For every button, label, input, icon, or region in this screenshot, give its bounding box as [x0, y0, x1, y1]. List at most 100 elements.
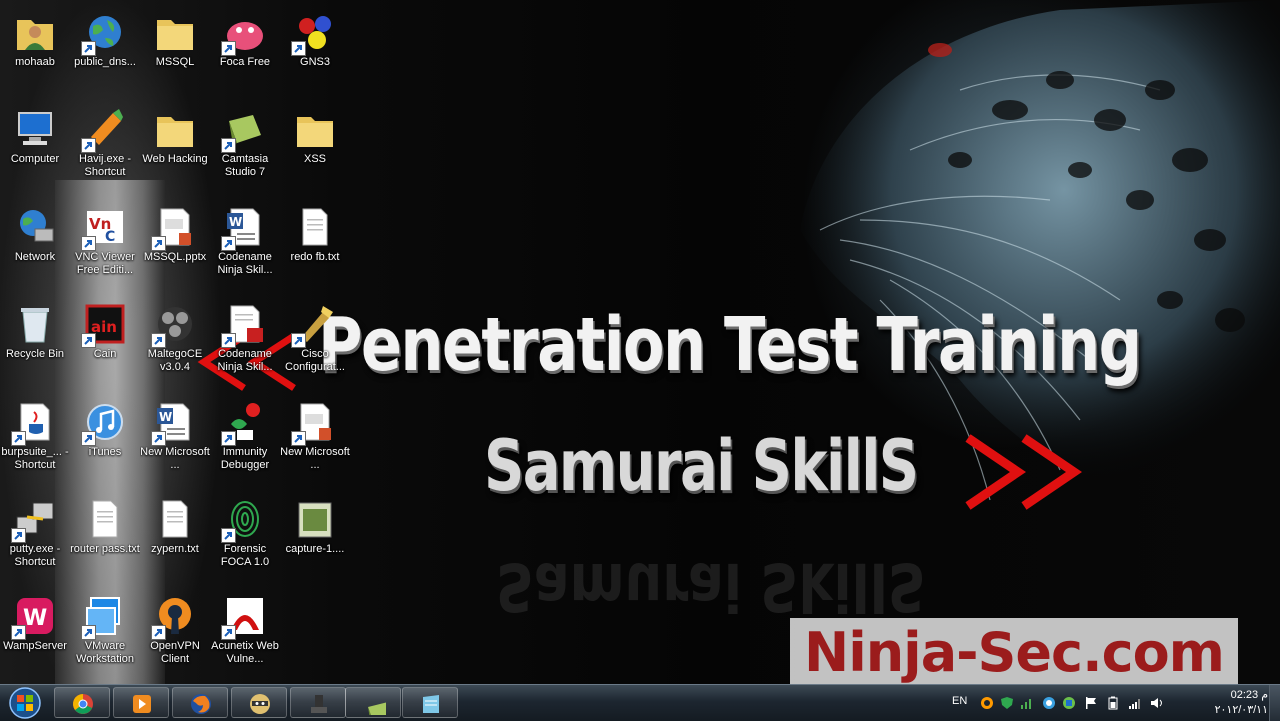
- shortcut-overlay: [81, 333, 96, 348]
- desktop-icon-label: Acunetix Web Vulne...: [211, 640, 279, 665]
- shortcut-overlay: [221, 625, 236, 640]
- cisco-icon: [291, 302, 337, 348]
- sync-icon[interactable]: [1042, 696, 1056, 710]
- network-tray-icon[interactable]: [1062, 696, 1076, 710]
- desktop-icon[interactable]: Havij.exe - Shortcut: [70, 101, 140, 197]
- folder-icon: [293, 107, 337, 151]
- powerpoint-icon: [151, 205, 197, 251]
- desktop-icon-label: Codename Ninja Skil...: [217, 348, 273, 373]
- wamp-icon: W: [11, 594, 57, 640]
- shortcut-arrow-icon: [224, 337, 232, 345]
- shield-icon[interactable]: [1000, 696, 1014, 710]
- clock[interactable]: 02:23 م ٢٠١٢/٠٣/١١: [1215, 688, 1268, 718]
- desktop-icon[interactable]: Vn C VNC Viewer Free Editi...: [70, 199, 140, 295]
- taskbar-button-ninja[interactable]: [231, 687, 287, 718]
- shortcut-arrow-icon: [84, 435, 92, 443]
- desktop-icon[interactable]: MSSQL.pptx: [140, 199, 210, 295]
- start-button[interactable]: [3, 686, 47, 720]
- desktop-icon[interactable]: VMware Workstation: [70, 588, 140, 684]
- desktop-icon-label: MSSQL.pptx: [143, 251, 207, 263]
- clock-date: ٢٠١٢/٠٣/١١: [1214, 704, 1268, 716]
- shortcut-arrow-icon: [84, 240, 92, 248]
- desktop-icon[interactable]: OpenVPN Client: [140, 588, 210, 684]
- shortcut-overlay: [81, 625, 96, 640]
- itunes-icon: [81, 400, 127, 446]
- flag-icon[interactable]: [1084, 696, 1098, 710]
- desktop-icon[interactable]: putty.exe - Shortcut: [0, 491, 70, 587]
- desktop-icon[interactable]: Recycle Bin: [0, 296, 70, 392]
- svg-text:W: W: [23, 606, 47, 631]
- language-indicator[interactable]: EN: [952, 695, 967, 707]
- desktop-icon[interactable]: XSS: [280, 101, 350, 197]
- desktop-icon[interactable]: W WampServer: [0, 588, 70, 684]
- wifi-signal-icon[interactable]: [1128, 696, 1142, 710]
- desktop-icon[interactable]: ain Cain: [70, 296, 140, 392]
- shortcut-arrow-icon: [154, 435, 162, 443]
- desktop-icon[interactable]: Forensic FOCA 1.0: [210, 491, 280, 587]
- taskbar-button-media-player[interactable]: [113, 687, 169, 718]
- desktop-icon[interactable]: Acunetix Web Vulne...: [210, 588, 280, 684]
- desktop-icon[interactable]: MSSQL: [140, 4, 210, 100]
- headset-icon[interactable]: [980, 696, 994, 710]
- network-icon: [13, 205, 57, 249]
- putty-icon: [11, 497, 57, 543]
- foca-icon: [221, 10, 267, 56]
- taskbar-button-camtasia[interactable]: [345, 687, 401, 718]
- wallpaper-subline-reflection: Samurai SkillS: [496, 548, 926, 625]
- battery-icon[interactable]: [1106, 696, 1120, 710]
- desktop-icon[interactable]: public_dns...: [70, 4, 140, 100]
- computer-icon: [13, 107, 57, 151]
- shortcut-arrow-icon: [224, 435, 232, 443]
- desktop-icon[interactable]: Network: [0, 199, 70, 295]
- show-desktop-button[interactable]: [1269, 685, 1280, 721]
- gns3-icon: [291, 10, 337, 56]
- desktop-icon[interactable]: MaltegoCE v3.0.4: [140, 296, 210, 392]
- desktop-icon-label: MSSQL: [155, 56, 195, 68]
- desktop-icon[interactable]: Cisco Configurat...: [280, 296, 350, 392]
- taskbar-button-chrome[interactable]: [54, 687, 110, 718]
- shortcut-arrow-icon: [84, 45, 92, 53]
- desktop-icon[interactable]: burpsuite_... - Shortcut: [0, 394, 70, 490]
- signal-icon[interactable]: [1020, 696, 1034, 710]
- firefox-icon: [191, 694, 211, 714]
- desktop-icon[interactable]: Codename Ninja Skil...: [210, 296, 280, 392]
- shortcut-arrow-icon: [154, 240, 162, 248]
- desktop-icon[interactable]: iTunes: [70, 394, 140, 490]
- desktop-icon[interactable]: Web Hacking: [140, 101, 210, 197]
- openvpn-icon: [151, 594, 197, 640]
- shortcut-overlay: [11, 625, 26, 640]
- desktop-icon[interactable]: Immunity Debugger: [210, 394, 280, 490]
- maltego-icon: [151, 302, 197, 348]
- shortcut-overlay: [221, 41, 236, 56]
- taskbar-button-notes[interactable]: [402, 687, 458, 718]
- desktop-icon[interactable]: W Codename Ninja Skil...: [210, 199, 280, 295]
- immunity-icon: [221, 400, 267, 446]
- shortcut-arrow-icon: [154, 629, 162, 637]
- desktop-icon[interactable]: W New Microsoft ...: [140, 394, 210, 490]
- desktop-icon[interactable]: Computer: [0, 101, 70, 197]
- taskbar-button-firefox[interactable]: [172, 687, 228, 718]
- havij-icon: [81, 107, 127, 153]
- volume-icon[interactable]: [1150, 696, 1164, 710]
- pdf-icon: [221, 302, 267, 348]
- desktop-icon-label: burpsuite_... - Shortcut: [1, 446, 69, 471]
- desktop-icon[interactable]: redo fb.txt: [280, 199, 350, 295]
- shortcut-arrow-icon: [14, 532, 22, 540]
- desktop-icon[interactable]: Camtasia Studio 7: [210, 101, 280, 197]
- desktop-icon[interactable]: GNS3: [280, 4, 350, 100]
- desktop-icon[interactable]: mohaab: [0, 4, 70, 100]
- shortcut-overlay: [151, 625, 166, 640]
- shortcut-overlay: [81, 138, 96, 153]
- desktop-icon[interactable]: capture-1....: [280, 491, 350, 587]
- taskbar-button-tool[interactable]: [290, 687, 346, 718]
- desktop-icon-label: Cain: [93, 348, 117, 360]
- desktop-icon[interactable]: Foca Free: [210, 4, 280, 100]
- watermark-banner: Ninja-Sec.com: [790, 618, 1238, 684]
- desktop-icon-label: VNC Viewer Free Editi...: [75, 251, 135, 276]
- desktop-icon[interactable]: zypern.txt: [140, 491, 210, 587]
- desktop-icon-label: redo fb.txt: [290, 251, 340, 263]
- text-file-icon: [293, 205, 337, 249]
- desktop-icon[interactable]: router pass.txt: [70, 491, 140, 587]
- shortcut-overlay: [11, 431, 26, 446]
- desktop-icon[interactable]: New Microsoft ...: [280, 394, 350, 490]
